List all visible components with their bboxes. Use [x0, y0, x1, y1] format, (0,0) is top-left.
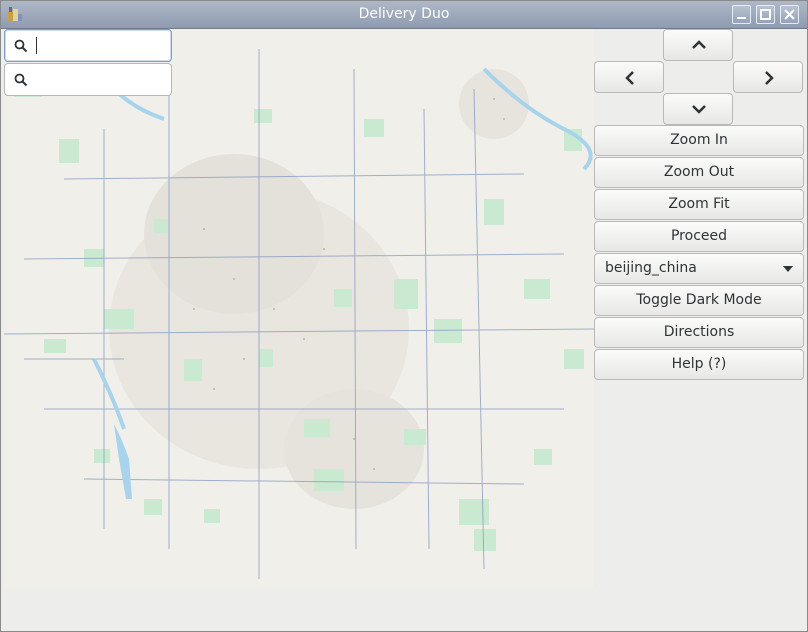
- search-input-secondary[interactable]: [39, 69, 165, 90]
- minimize-button[interactable]: [732, 5, 751, 24]
- search-input-primary[interactable]: [39, 35, 165, 56]
- pan-left-button[interactable]: [594, 61, 664, 93]
- maximize-button[interactable]: [756, 5, 775, 24]
- close-button[interactable]: [780, 5, 799, 24]
- map-select-dropdown[interactable]: beijing_china: [594, 253, 804, 284]
- maximize-icon: [760, 9, 771, 20]
- map-canvas[interactable]: [4, 29, 594, 588]
- pan-up-button[interactable]: [663, 29, 733, 61]
- search-icon: [14, 73, 28, 87]
- text-cursor: [36, 37, 37, 54]
- directions-button[interactable]: Directions: [594, 317, 804, 348]
- search-box-secondary[interactable]: [4, 63, 172, 96]
- toggle-dark-mode-button[interactable]: Toggle Dark Mode: [594, 285, 804, 316]
- title-bar[interactable]: Delivery Duo: [1, 1, 807, 29]
- pan-down-button[interactable]: [663, 93, 733, 125]
- map-drawing: [4, 29, 594, 588]
- dropdown-arrow-icon: [783, 266, 793, 272]
- chevron-down-icon: [692, 105, 706, 114]
- chevron-left-icon: [625, 71, 634, 85]
- pan-right-button[interactable]: [733, 61, 803, 93]
- zoom-in-button[interactable]: Zoom In: [594, 125, 804, 156]
- proceed-button[interactable]: Proceed: [594, 221, 804, 252]
- help-button[interactable]: Help (?): [594, 349, 804, 380]
- window-title: Delivery Duo: [358, 6, 450, 22]
- search-box-primary[interactable]: [4, 29, 172, 62]
- app-window: Delivery Duo Zoom In Zoom Out Zoom Fit P…: [0, 0, 808, 632]
- search-icon: [14, 39, 28, 53]
- close-icon: [784, 9, 795, 20]
- chevron-right-icon: [765, 71, 774, 85]
- zoom-out-button[interactable]: Zoom Out: [594, 157, 804, 188]
- chevron-up-icon: [692, 40, 706, 49]
- zoom-fit-button[interactable]: Zoom Fit: [594, 189, 804, 220]
- minimize-icon: [737, 17, 746, 19]
- map-select-value: beijing_china: [605, 260, 697, 276]
